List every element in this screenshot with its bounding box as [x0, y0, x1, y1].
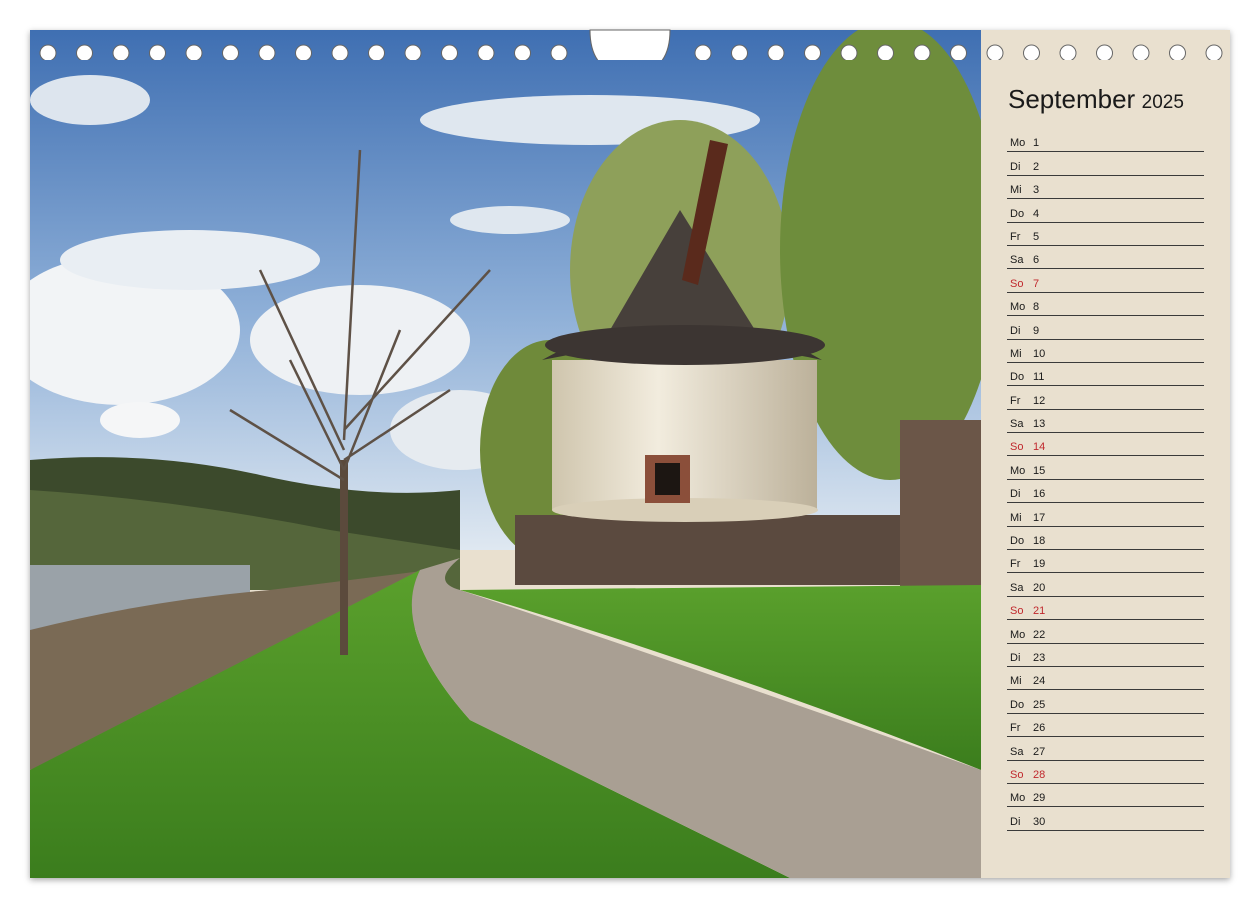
weekday-label: Di: [1010, 815, 1021, 828]
calendar-panel: September 2025 Mo 1 Di 2 Mi 3 Do 4 Fr 5 Sa 6 So 7 Mo 8 D…: [981, 30, 1230, 878]
weekday-label: So: [1010, 277, 1024, 290]
day-number: 6: [1033, 254, 1040, 267]
day-row: Fr 12: [1007, 386, 1204, 410]
day-row: Sa 13: [1007, 410, 1204, 434]
month-name: September: [1008, 84, 1136, 114]
month-title: September 2025: [1008, 84, 1184, 115]
day-list: Mo 1 Di 2 Mi 3 Do 4 Fr 5 Sa 6 So 7 Mo 8 Di 9 Mi 10 Do 11 Fr 12 S…: [1007, 129, 1204, 831]
day-row: Mo 8: [1007, 293, 1204, 317]
day-row: Di 2: [1007, 152, 1204, 176]
day-row: So 7: [1007, 269, 1204, 293]
day-row: Fr 5: [1007, 223, 1204, 246]
year: 2025: [1141, 92, 1184, 113]
day-number: 1: [1033, 137, 1040, 150]
calendar-page: September 2025 Mo 1 Di 2 Mi 3 Do 4 Fr 5 Sa 6 So 7 Mo 8 D…: [30, 30, 1230, 878]
landscape-photo: [30, 30, 981, 878]
weekday-label: Mi: [1010, 511, 1022, 524]
day-row: Di 16: [1007, 480, 1204, 504]
weekday-label: Mo: [1010, 792, 1026, 805]
day-row: Fr 26: [1007, 714, 1204, 738]
weekday-label: Sa: [1010, 581, 1024, 594]
day-number: 19: [1033, 558, 1046, 571]
weekday-label: So: [1010, 441, 1024, 454]
weekday-label: Mi: [1010, 675, 1022, 688]
weekday-label: Mo: [1010, 628, 1026, 641]
day-row: Mo 1: [1007, 129, 1204, 153]
day-number: 29: [1033, 792, 1046, 805]
day-number: 3: [1033, 184, 1040, 197]
weekday-label: Di: [1010, 651, 1021, 664]
day-row: Do 11: [1007, 363, 1204, 387]
day-number: 13: [1033, 418, 1046, 431]
day-row: Di 30: [1007, 807, 1204, 831]
day-number: 27: [1033, 745, 1046, 758]
day-row: Do 18: [1007, 527, 1204, 551]
day-number: 25: [1033, 698, 1046, 711]
day-number: 30: [1033, 815, 1046, 828]
day-number: 4: [1033, 207, 1040, 220]
weekday-label: Mo: [1010, 464, 1026, 477]
weekday-label: Di: [1010, 488, 1021, 501]
day-number: 2: [1033, 160, 1040, 173]
weekday-label: Sa: [1010, 745, 1024, 758]
weekday-label: Fr: [1010, 394, 1021, 407]
day-number: 10: [1033, 347, 1046, 360]
day-row: Sa 6: [1007, 246, 1204, 270]
day-number: 7: [1033, 277, 1040, 290]
weekday-label: Mo: [1010, 137, 1026, 150]
day-number: 14: [1033, 441, 1046, 454]
weekday-label: Sa: [1010, 418, 1024, 431]
weekday-label: Do: [1010, 371, 1025, 384]
weekday-label: Mi: [1010, 184, 1022, 197]
day-number: 21: [1033, 605, 1046, 618]
day-number: 18: [1033, 535, 1046, 548]
day-number: 28: [1033, 768, 1046, 781]
weekday-label: Fr: [1010, 230, 1021, 243]
day-row: Mi 17: [1007, 503, 1204, 527]
weekday-label: So: [1010, 768, 1024, 781]
weekday-label: Mo: [1010, 301, 1026, 314]
weekday-label: Fr: [1010, 558, 1021, 571]
day-number: 11: [1033, 371, 1045, 384]
day-number: 9: [1033, 324, 1040, 337]
day-number: 26: [1033, 722, 1046, 735]
weekday-label: Di: [1010, 160, 1021, 173]
weekday-label: Mi: [1010, 347, 1022, 360]
day-row: Mi 3: [1007, 176, 1204, 200]
day-number: 8: [1033, 301, 1040, 314]
day-row: Do 25: [1007, 690, 1204, 714]
weekday-label: Di: [1010, 324, 1021, 337]
day-row: Mo 15: [1007, 456, 1204, 480]
day-number: 5: [1033, 230, 1040, 243]
weekday-label: So: [1010, 605, 1024, 618]
weekday-label: Fr: [1010, 722, 1021, 735]
weekday-label: Sa: [1010, 254, 1024, 267]
day-row: Mo 29: [1007, 784, 1204, 808]
day-row: Sa 27: [1007, 737, 1204, 761]
day-row: So 21: [1007, 597, 1204, 621]
day-row: Di 23: [1007, 644, 1204, 667]
day-row: So 28: [1007, 761, 1204, 784]
day-row: Mi 24: [1007, 667, 1204, 691]
day-number: 20: [1033, 581, 1046, 594]
day-number: 15: [1033, 464, 1046, 477]
day-number: 23: [1033, 651, 1046, 664]
day-number: 12: [1033, 394, 1046, 407]
weekday-label: Do: [1010, 535, 1025, 548]
day-number: 17: [1033, 511, 1046, 524]
weekday-label: Do: [1010, 207, 1025, 220]
day-row: Mi 10: [1007, 340, 1204, 363]
day-row: Di 9: [1007, 316, 1204, 340]
day-row: Fr 19: [1007, 550, 1204, 574]
day-row: Sa 20: [1007, 573, 1204, 597]
day-number: 22: [1033, 628, 1046, 641]
day-number: 24: [1033, 675, 1046, 688]
day-number: 16: [1033, 488, 1046, 501]
day-row: Mo 22: [1007, 620, 1204, 644]
day-row: Do 4: [1007, 199, 1204, 223]
day-row: So 14: [1007, 433, 1204, 457]
weekday-label: Do: [1010, 698, 1025, 711]
